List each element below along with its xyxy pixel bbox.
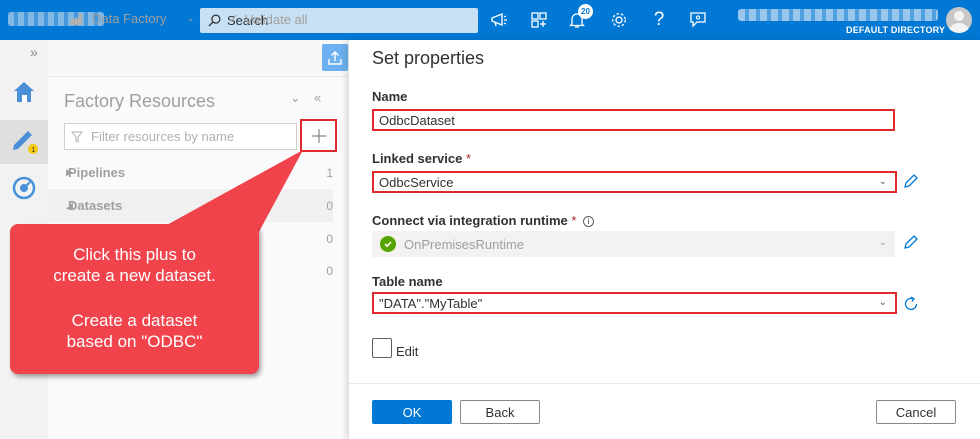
table-name-label: Table name [372, 274, 443, 289]
ok-button[interactable]: OK [372, 400, 452, 424]
check-circle-icon [380, 236, 396, 252]
runtime-value: OnPremisesRuntime [404, 236, 524, 252]
required-mark: * [465, 151, 472, 166]
gear-icon[interactable] [608, 9, 630, 31]
back-button[interactable]: Back [460, 400, 540, 424]
directory-label[interactable]: DEFAULT DIRECTORY [846, 25, 945, 35]
linked-service-label: Linked service * [372, 151, 471, 166]
linked-service-select[interactable]: OdbcService ⌄ [372, 171, 897, 193]
notification-count: 20 [578, 4, 593, 19]
callout-annotation: Click this plus to create a new dataset.… [10, 224, 259, 374]
panel-title: Set properties [372, 48, 485, 68]
announcement-icon[interactable] [488, 9, 510, 31]
name-field[interactable]: OdbcDataset [372, 109, 895, 131]
chevron-down-icon: ⌄ [878, 297, 887, 308]
info-icon[interactable]: i [583, 216, 595, 227]
callout-line-1: Click this plus to create a new dataset. [53, 245, 216, 285]
avatar[interactable] [946, 7, 972, 33]
name-label: Name [372, 89, 408, 104]
runtime-label-text: Connect via integration runtime [372, 213, 568, 228]
chevron-down-icon: ⌄ [878, 237, 887, 248]
cancel-button[interactable]: Cancel [876, 400, 956, 424]
footer-divider [349, 383, 980, 384]
name-value: OdbcDataset [379, 112, 455, 128]
help-icon[interactable]: ? [648, 9, 670, 31]
runtime-select: OnPremisesRuntime ⌄ [372, 231, 895, 257]
account-name[interactable] [738, 9, 938, 21]
refresh-icon[interactable] [902, 295, 920, 313]
edit-linked-service-icon[interactable] [902, 172, 920, 190]
linked-service-value: OdbcService [379, 174, 454, 190]
runtime-label: Connect via integration runtime * i [372, 213, 595, 228]
chevron-down-icon: ⌄ [878, 176, 887, 187]
required-mark: * [571, 213, 577, 228]
table-name-select[interactable]: "DATA"."MyTable" ⌄ [372, 292, 897, 314]
edit-runtime-icon[interactable] [902, 233, 920, 251]
portal-menu-icon[interactable] [528, 9, 550, 31]
linked-service-label-text: Linked service [372, 151, 463, 166]
callout-line-2: Create a dataset based on "ODBC" [66, 311, 203, 351]
edit-checkbox-label: Edit [396, 344, 419, 359]
edit-checkbox[interactable] [372, 338, 392, 358]
feedback-icon[interactable] [687, 9, 709, 31]
table-name-value: "DATA"."MyTable" [379, 295, 483, 311]
